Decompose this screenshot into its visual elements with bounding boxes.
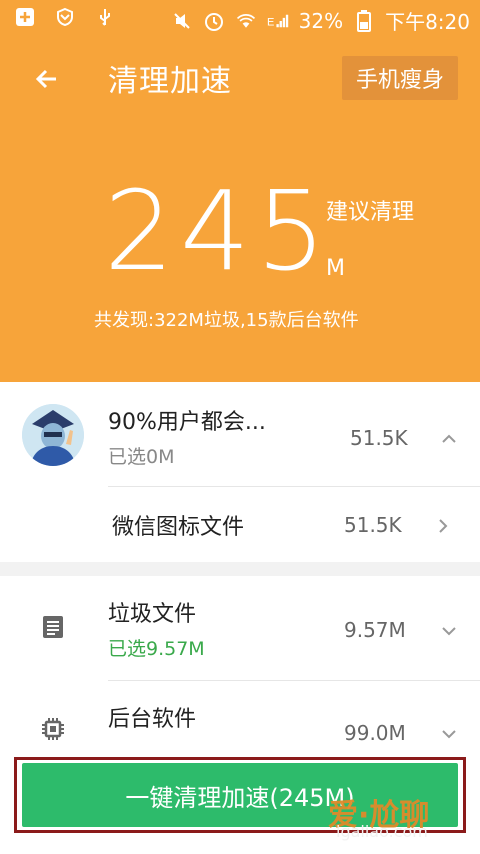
usb-icon (94, 6, 116, 28)
sub-item-title: 微信图标文件 (112, 515, 245, 540)
clock: 下午8:20 (385, 10, 470, 34)
battery-percent: 32% (298, 8, 344, 33)
page-title: 清理加速 (108, 64, 232, 99)
chevron-down-icon[interactable] (440, 725, 458, 743)
app-item-selected: 已选0M (108, 446, 175, 468)
background-apps-title: 后台软件 (108, 707, 197, 732)
junk-files-size: 9.57M (344, 618, 406, 642)
alarm-icon (203, 10, 225, 32)
app-card: 90%用户都会... 已选0M 51.5K 微信图标文件 51.5K (0, 382, 480, 562)
wifi-icon (235, 10, 257, 32)
signal-icon: E (267, 10, 289, 32)
chip-icon (42, 718, 64, 740)
suggest-clean-label: 建议清理 (326, 200, 415, 225)
app-item-row[interactable]: 90%用户都会... 已选0M 51.5K (0, 382, 480, 486)
shield-icon (54, 6, 76, 28)
app-avatar (22, 404, 84, 466)
add-notification-icon (14, 6, 36, 28)
svg-text:E: E (267, 16, 274, 28)
chevron-up-icon[interactable] (440, 430, 458, 448)
back-button[interactable] (30, 62, 64, 96)
status-right-icons: E 32% 下午8:20 (171, 6, 470, 35)
junk-files-title: 垃圾文件 (108, 602, 197, 627)
watermark-url: igaliao.com (336, 822, 428, 841)
document-icon (43, 616, 63, 638)
status-bar: E 32% 下午8:20 (0, 0, 480, 38)
sub-item-size: 51.5K (344, 513, 402, 537)
found-summary: 共发现:322M垃圾,15款后台软件 (94, 310, 359, 331)
header-panel: 清理加速 手机瘦身 245 建议清理 M 共发现:322M垃圾,15款后台软件 (0, 38, 480, 382)
app-item-title: 90%用户都会... (108, 410, 266, 435)
size-unit: M (326, 256, 345, 281)
status-left-icons (14, 6, 116, 28)
chevron-down-icon[interactable] (440, 622, 458, 640)
app-item-size: 51.5K (350, 426, 408, 450)
background-apps-size: 99.0M (344, 721, 406, 745)
chevron-right-icon[interactable] (434, 517, 452, 535)
phone-slim-button[interactable]: 手机瘦身 (342, 56, 458, 100)
junk-size-number: 245 (104, 167, 332, 295)
junk-files-row[interactable]: 垃圾文件 已选9.57M 9.57M (0, 576, 480, 680)
sub-item-row[interactable]: 微信图标文件 51.5K (0, 487, 480, 562)
mute-icon (171, 10, 193, 32)
back-arrow-icon (35, 69, 56, 89)
battery-icon (353, 9, 375, 32)
junk-files-selected: 已选9.57M (108, 638, 205, 660)
